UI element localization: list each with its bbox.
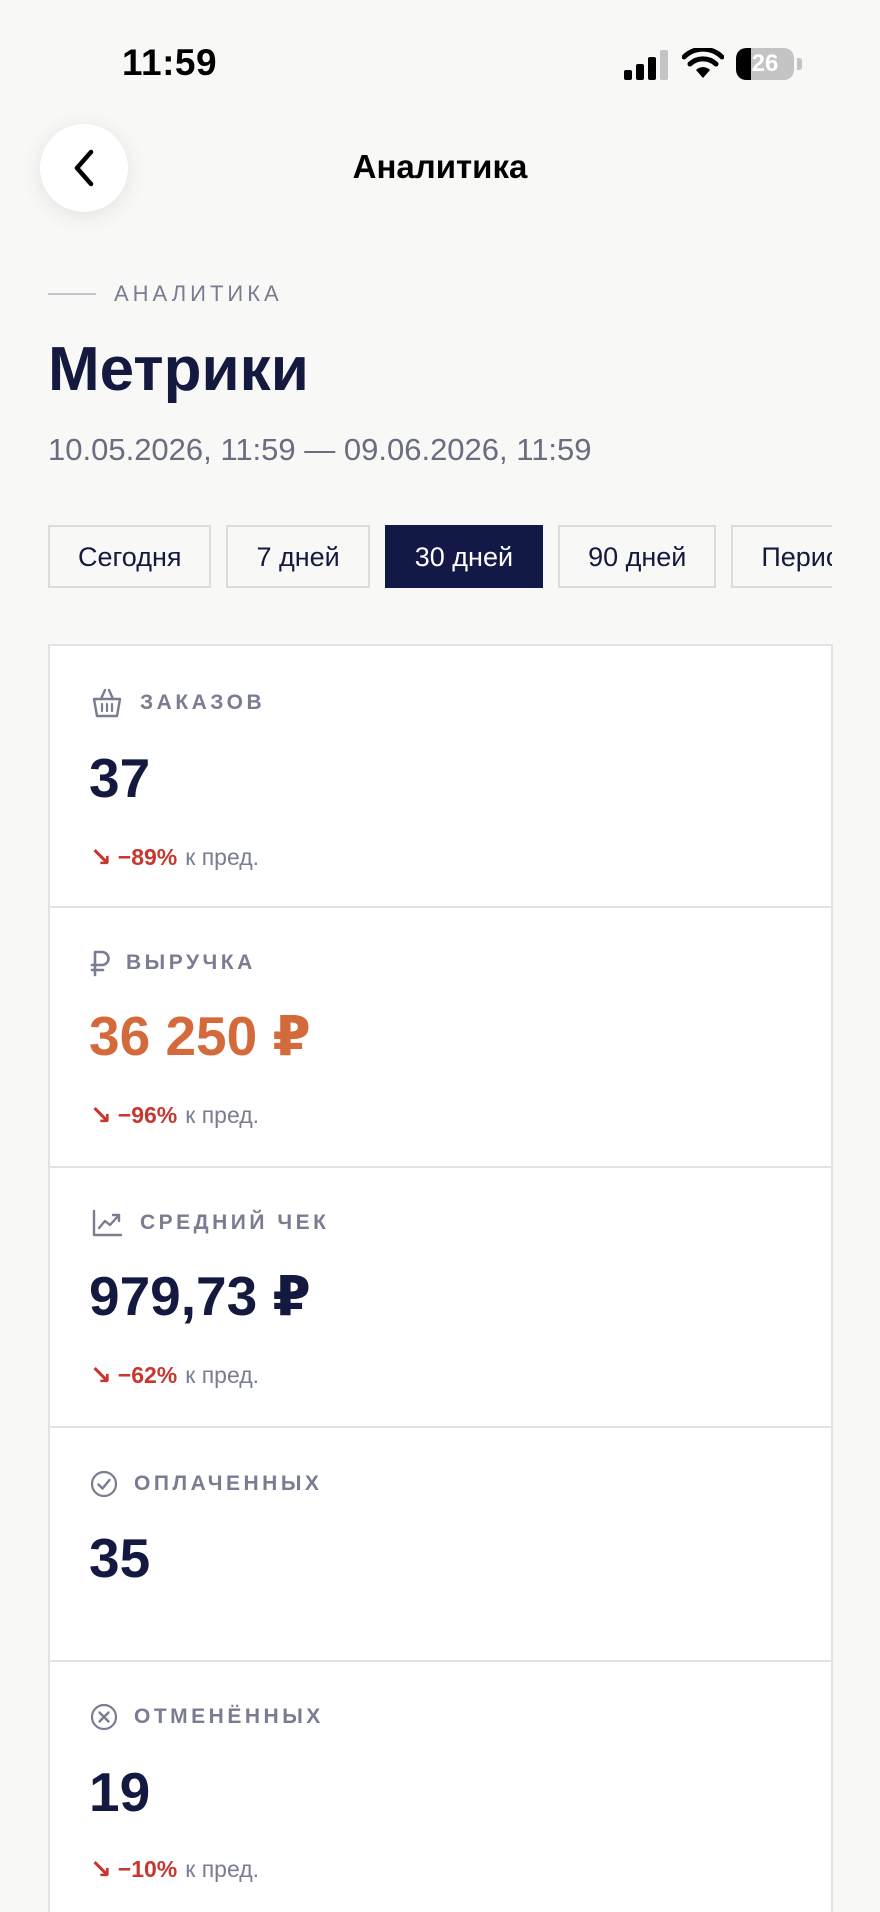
metric-card-paid: ОПЛАЧЕННЫХ 35 — [50, 1428, 831, 1662]
metric-card-orders: ЗАКАЗОВ 37 ↘ −89% к пред. — [50, 646, 831, 908]
period-chip-90-days[interactable]: 90 дней — [558, 525, 717, 588]
wifi-icon — [682, 48, 724, 78]
trend-down-icon: ↘ — [90, 1100, 112, 1130]
metric-header: ЗАКАЗОВ — [90, 686, 265, 720]
change-suffix: к пред. — [185, 844, 260, 870]
metric-header: ОТМЕНЁННЫХ — [90, 1700, 324, 1734]
battery-icon: 26 — [736, 48, 794, 80]
battery-level: 26 — [751, 50, 779, 77]
metric-change: ↘ −62% к пред. — [90, 1360, 259, 1391]
nav-title: Аналитика — [352, 148, 528, 185]
metric-header: СРЕДНИЙ ЧЕК — [90, 1206, 329, 1240]
trend-down-icon: ↘ — [90, 1360, 112, 1390]
metric-value: 35 — [89, 1527, 151, 1589]
trend-chart-icon — [90, 1206, 124, 1240]
period-chip-7-days[interactable]: 7 дней — [226, 525, 370, 588]
metric-label: ВЫРУЧКА — [126, 951, 256, 974]
metric-label: ОТМЕНЁННЫХ — [134, 1705, 324, 1728]
period-selector: Сегодня7 дней30 дней90 днейПериод — [48, 525, 832, 590]
change-value: −89% — [117, 844, 178, 870]
metric-card-revenue: ВЫРУЧКА 36 250 ₽ ↘ −96% к пред. — [50, 908, 831, 1168]
ruble-icon — [90, 946, 110, 980]
battery-cap — [797, 58, 802, 70]
check-circle-icon — [90, 1467, 118, 1501]
page-title: Метрики — [48, 335, 309, 404]
metric-value: 36 250 ₽ — [89, 1005, 311, 1067]
change-value: −10% — [117, 1856, 178, 1882]
trend-down-icon: ↘ — [90, 842, 112, 872]
change-value: −96% — [117, 1102, 178, 1128]
trend-down-icon: ↘ — [90, 1854, 112, 1884]
date-range: 10.05.2026, 11:59 — 09.06.2026, 11:59 — [48, 432, 592, 467]
metric-change: ↘ −96% к пред. — [90, 1100, 259, 1131]
change-suffix: к пред. — [185, 1856, 260, 1882]
status-bar: 11:59 26 — [0, 0, 880, 120]
metric-value: 19 — [89, 1761, 151, 1823]
basket-icon — [90, 686, 124, 720]
metrics-list: ЗАКАЗОВ 37 ↘ −89% к пред. ВЫРУЧКА 36 250… — [48, 644, 833, 1912]
metric-change: ↘ −89% к пред. — [90, 842, 259, 873]
metric-header: ОПЛАЧЕННЫХ — [90, 1467, 322, 1501]
period-chip-custom[interactable]: Период — [731, 525, 832, 588]
metric-label: СРЕДНИЙ ЧЕК — [140, 1211, 330, 1234]
metric-card-cancelled: ОТМЕНЁННЫХ 19 ↘ −10% к пред. — [50, 1662, 831, 1912]
metric-value: 979,73 ₽ — [89, 1265, 311, 1327]
x-circle-icon — [90, 1700, 118, 1734]
metric-label: ЗАКАЗОВ — [140, 691, 266, 714]
status-time: 11:59 — [122, 42, 218, 83]
change-suffix: к пред. — [185, 1102, 260, 1128]
period-chip-today[interactable]: Сегодня — [48, 525, 212, 588]
change-value: −62% — [117, 1362, 178, 1388]
metric-change: ↘ −10% к пред. — [90, 1854, 259, 1885]
metric-card-average-check: СРЕДНИЙ ЧЕК 979,73 ₽ ↘ −62% к пред. — [50, 1168, 831, 1428]
eyebrow-divider — [48, 293, 96, 295]
period-chip-30-days[interactable]: 30 дней — [384, 525, 544, 588]
cellular-signal-icon — [624, 50, 668, 80]
metric-header: ВЫРУЧКА — [90, 946, 256, 980]
metric-value: 37 — [89, 747, 151, 809]
change-suffix: к пред. — [185, 1362, 260, 1388]
eyebrow-text: АНАЛИТИКА — [114, 281, 283, 306]
section-eyebrow: АНАЛИТИКА — [48, 280, 283, 308]
metric-label: ОПЛАЧЕННЫХ — [134, 1472, 323, 1495]
